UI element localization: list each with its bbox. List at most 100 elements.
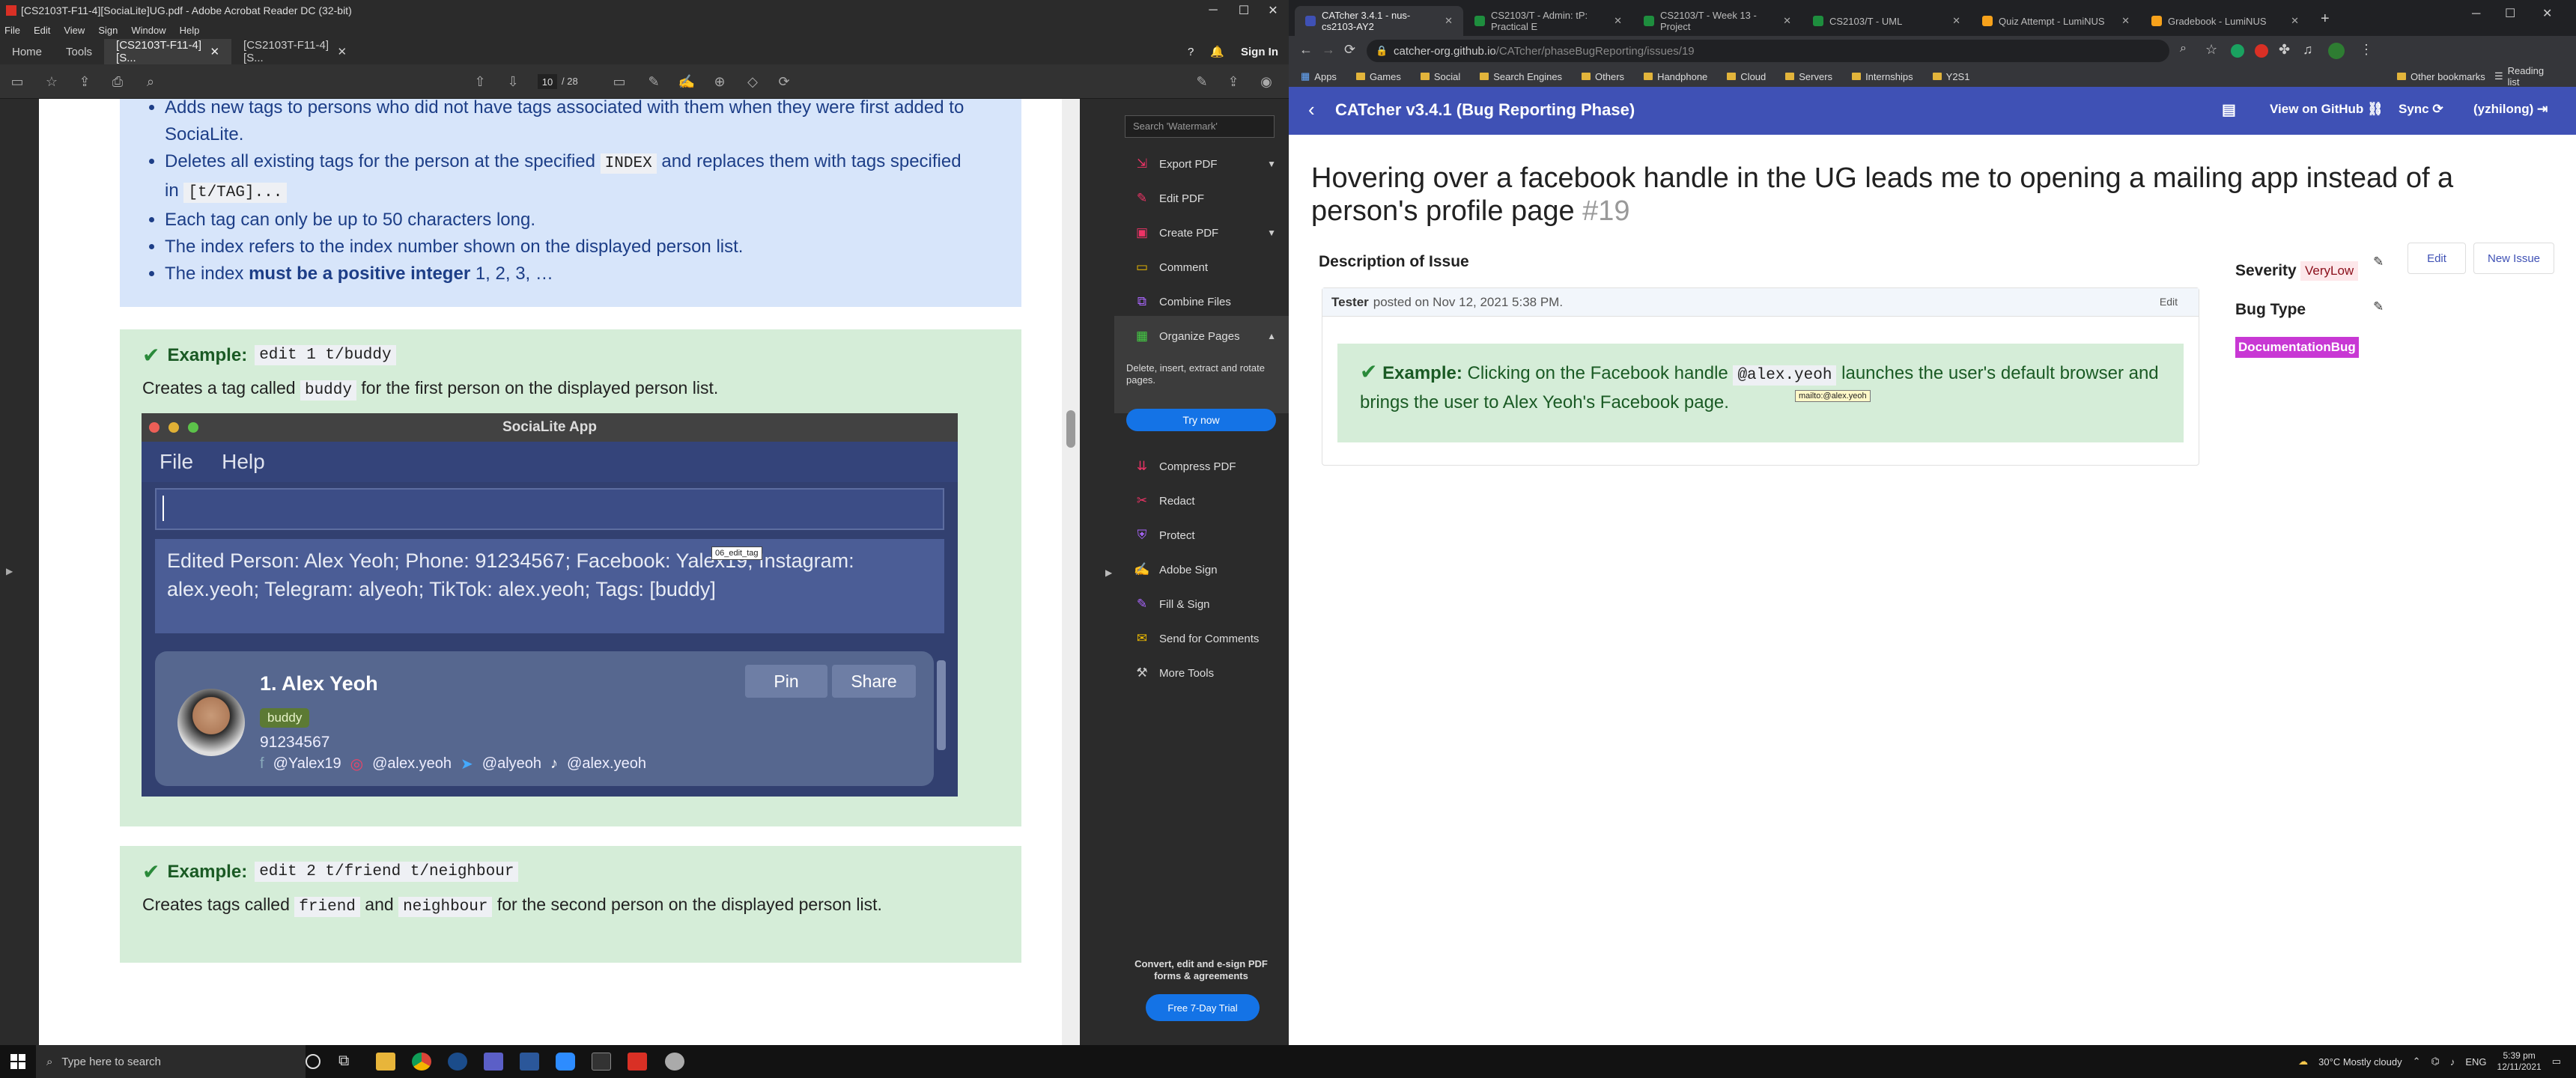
- collapse-arrow-icon[interactable]: ▶: [1105, 567, 1112, 578]
- close-tab-icon[interactable]: ✕: [1952, 15, 1960, 27]
- menu-view[interactable]: View: [64, 25, 85, 36]
- media-icon[interactable]: ♫: [2303, 42, 2313, 58]
- document-scrollbar[interactable]: [1062, 99, 1080, 1045]
- rotate-icon[interactable]: ⟳: [776, 73, 792, 90]
- url-bar[interactable]: 🔒 catcher-org.github.io/CATcher/phaseBug…: [1367, 40, 2169, 62]
- try-now-button[interactable]: Try now: [1126, 409, 1276, 431]
- share-icon[interactable]: ⇪: [1225, 73, 1242, 90]
- weather-text[interactable]: 30°C Mostly cloudy: [2318, 1056, 2402, 1068]
- tool-compress-pdf[interactable]: ⇊ Compress PDF: [1134, 455, 1276, 478]
- sync-button[interactable]: Sync ⟳: [2399, 102, 2443, 117]
- bell-icon[interactable]: 🔔: [1210, 45, 1224, 58]
- close-tab-icon[interactable]: ✕: [2291, 15, 2299, 27]
- bookmark-folder[interactable]: Servers: [1785, 71, 1832, 82]
- user-logout-button[interactable]: (yzhilong) ⇥: [2473, 102, 2548, 117]
- tool-protect[interactable]: ⛨ Protect: [1134, 524, 1276, 546]
- create-icon[interactable]: ▭: [9, 73, 25, 90]
- edit-issue-button[interactable]: Edit: [2408, 243, 2466, 274]
- page-number-input[interactable]: 10: [538, 74, 557, 89]
- menu-sign[interactable]: Sign: [98, 25, 118, 36]
- language-indicator[interactable]: ENG: [2465, 1056, 2486, 1068]
- tool-export-pdf[interactable]: ⇲ Export PDF ▼: [1134, 153, 1276, 175]
- terminal-icon[interactable]: [592, 1053, 611, 1071]
- back-arrow-icon[interactable]: ‹: [1308, 98, 1315, 121]
- close-button[interactable]: ✕: [2542, 6, 2552, 21]
- bookmark-folder[interactable]: Internships: [1852, 71, 1913, 82]
- windows-start-icon[interactable]: [10, 1054, 25, 1069]
- bookmark-star-icon[interactable]: ☆: [2205, 42, 2217, 58]
- bookmark-folder[interactable]: Search Engines: [1480, 71, 1562, 82]
- sign-icon[interactable]: ✍: [678, 73, 695, 90]
- star-icon[interactable]: ☆: [43, 73, 60, 90]
- acrobat-icon[interactable]: [628, 1053, 647, 1071]
- tool-organize-pages[interactable]: ▦ Organize Pages ▲: [1134, 325, 1276, 347]
- tray-chevron-icon[interactable]: ⌃: [2413, 1056, 2421, 1068]
- scroll-thumb[interactable]: [1066, 410, 1075, 448]
- forward-icon[interactable]: →: [1322, 42, 1335, 58]
- tab-doc-2[interactable]: [CS2103T-F11-4][S... ✕: [231, 39, 359, 64]
- tool-more-tools[interactable]: ⚒ More Tools: [1134, 662, 1276, 684]
- chevron-down-icon[interactable]: ▼: [1267, 159, 1276, 169]
- new-issue-button[interactable]: New Issue: [2473, 243, 2554, 274]
- tab-home[interactable]: Home: [0, 39, 54, 64]
- tab-uml[interactable]: CS2103/T - UML ✕: [1802, 6, 1971, 36]
- zoom-icon[interactable]: ⌕: [2180, 42, 2187, 55]
- close-tab-icon[interactable]: ✕: [1783, 15, 1791, 27]
- free-trial-button[interactable]: Free 7-Day Trial: [1146, 994, 1260, 1021]
- page-down-icon[interactable]: ⇩: [505, 73, 521, 90]
- notification-icon[interactable]: ▭: [2552, 1056, 2561, 1068]
- account-icon[interactable]: ◉: [1258, 73, 1275, 90]
- clock[interactable]: 5:39 pm 12/11/2021: [2497, 1050, 2542, 1073]
- network-icon[interactable]: ⌬: [2431, 1056, 2440, 1068]
- close-tab-icon[interactable]: ✕: [1614, 15, 1622, 27]
- puzzle-icon[interactable]: ✤: [2279, 42, 2290, 58]
- stamp-icon[interactable]: ⊕: [711, 73, 728, 90]
- chrome-icon[interactable]: [412, 1053, 431, 1071]
- other-bookmarks[interactable]: Other bookmarks: [2397, 71, 2485, 82]
- edit-bug-type-icon[interactable]: ✎: [2373, 299, 2384, 314]
- bookmark-folder[interactable]: Handphone: [1644, 71, 1707, 82]
- comment-icon[interactable]: ▭: [611, 73, 628, 90]
- close-tab-icon[interactable]: ✕: [1445, 15, 1453, 27]
- facebook-handle-link[interactable]: @alex.yeoh: [1733, 365, 1837, 386]
- tab-doc-1[interactable]: [CS2103T-F11-4][S... ✕: [104, 39, 232, 64]
- fill-sign-icon[interactable]: ✎: [1194, 73, 1210, 90]
- close-tab-icon[interactable]: ✕: [210, 45, 219, 58]
- edit-severity-icon[interactable]: ✎: [2373, 255, 2384, 270]
- taskbar-search-input[interactable]: ⌕ Type here to search: [36, 1045, 306, 1078]
- extension-icon[interactable]: [2231, 44, 2244, 58]
- tab-week13[interactable]: CS2103/T - Week 13 - Project ✕: [1633, 6, 1802, 36]
- close-tab-icon[interactable]: ✕: [2121, 15, 2130, 27]
- extension-icon[interactable]: [2255, 44, 2268, 58]
- reload-icon[interactable]: ⟳: [1344, 42, 1355, 58]
- tab-quiz[interactable]: Quiz Attempt - LumiNUS ✕: [1972, 6, 2140, 36]
- bookmark-apps[interactable]: ▦ Apps: [1301, 70, 1337, 82]
- menu-window[interactable]: Window: [131, 25, 165, 36]
- comment-edit-button[interactable]: Edit: [2160, 296, 2178, 308]
- tool-edit-pdf[interactable]: ✎ Edit PDF: [1134, 187, 1276, 210]
- tool-comment[interactable]: ▭ Comment: [1134, 256, 1276, 278]
- expand-arrow-icon[interactable]: ▶: [6, 566, 13, 576]
- avatar[interactable]: [2328, 43, 2345, 59]
- chevron-down-icon[interactable]: ▼: [1267, 228, 1276, 238]
- bookmark-folder[interactable]: Y2S1: [1932, 71, 1969, 82]
- kebab-menu-icon[interactable]: ⋮: [2360, 42, 2373, 58]
- pane-splitter[interactable]: ▶: [1080, 99, 1114, 1045]
- tab-tools[interactable]: Tools: [54, 39, 104, 64]
- volume-icon[interactable]: ♪: [2450, 1056, 2455, 1068]
- reading-list[interactable]: ☰ Reading list: [2494, 65, 2557, 88]
- back-icon[interactable]: ←: [1299, 42, 1313, 58]
- pen-icon[interactable]: ✎: [645, 73, 662, 90]
- bookmark-folder[interactable]: Cloud: [1727, 71, 1766, 82]
- tab-catcher[interactable]: CATcher 3.4.1 - nus-cs2103-AY2 ✕: [1295, 6, 1463, 36]
- tool-create-pdf[interactable]: ▣ Create PDF ▼: [1134, 222, 1276, 244]
- sign-in-button[interactable]: Sign In: [1241, 46, 1278, 58]
- chevron-up-icon[interactable]: ▲: [1267, 331, 1276, 341]
- page-up-icon[interactable]: ⇧: [472, 73, 488, 90]
- zoom-icon[interactable]: [556, 1053, 575, 1071]
- new-tab-icon[interactable]: +: [2321, 10, 2330, 28]
- task-view-icon[interactable]: ⧉: [338, 1053, 358, 1071]
- close-button[interactable]: ✕: [1254, 0, 1292, 21]
- word-icon[interactable]: [520, 1053, 539, 1071]
- whatsapp-icon[interactable]: [665, 1053, 684, 1071]
